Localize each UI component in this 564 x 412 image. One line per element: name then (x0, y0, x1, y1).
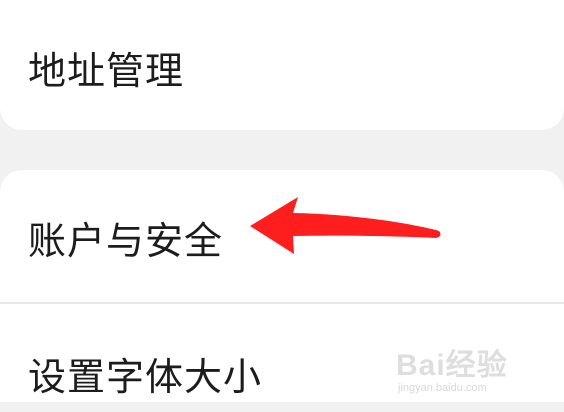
menu-divider (0, 302, 564, 304)
address-card: 地址管理 (0, 0, 564, 130)
menu-item-label: 地址管理 (28, 48, 185, 93)
menu-item-address-management[interactable]: 地址管理 (0, 28, 564, 106)
menu-item-label: 设置字体大小 (28, 354, 263, 399)
left-arrow-icon (250, 197, 441, 254)
menu-item-label: 账户与安全 (28, 218, 224, 263)
baidu-jingyan-watermark: Bai经验 jingyan.baidu.com (396, 349, 508, 394)
